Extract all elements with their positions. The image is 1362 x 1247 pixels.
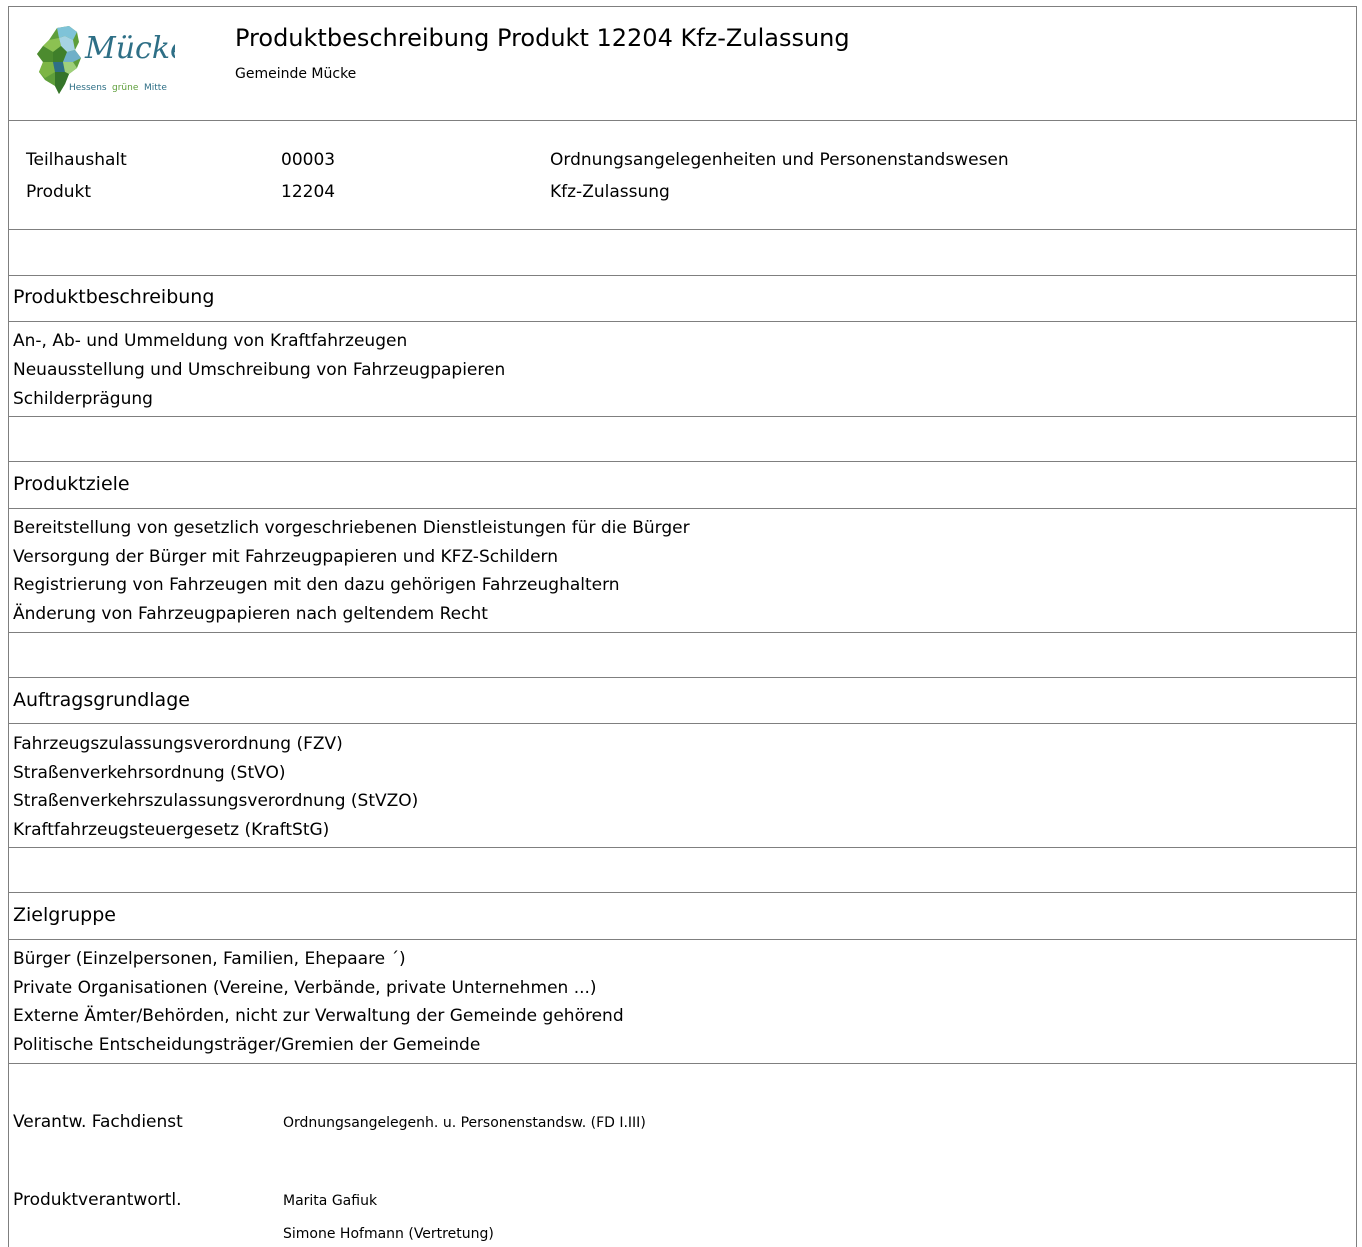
svg-text:Mitte: Mitte [144,83,167,93]
section-line: Externe Ämter/Behörden, nicht zur Verwal… [13,1006,624,1026]
section-line: Private Organisationen (Vereine, Verbänd… [13,978,597,998]
divider [8,461,1356,462]
section-line: Kraftfahrzeugsteuergesetz (KraftStG) [13,820,330,840]
svg-text:grüne: grüne [112,83,139,93]
info-code-teilhaushalt: 00003 [281,150,336,170]
section-heading-produktbeschreibung: Produktbeschreibung [13,286,215,308]
section-line: Bereitstellung von gesetzlich vorgeschri… [13,518,690,538]
divider [8,321,1356,322]
produktverantwortlich-name: Marita Gafiuk [283,1193,378,1209]
info-name-produkt: Kfz-Zulassung [550,182,670,202]
section-line: Versorgung der Bürger mit Fahrzeugpapier… [13,547,559,567]
section-line: Schilderprägung [13,389,153,409]
produktverantwortlich-deputy: Simone Hofmann (Vertretung) [283,1226,494,1242]
divider [8,508,1356,509]
fachdienst-value: Ordnungsangelegenh. u. Personenstandsw. … [283,1115,646,1131]
section-line: Bürger (Einzelpersonen, Familien, Ehepaa… [13,949,406,969]
page-title: Produktbeschreibung Produkt 12204 Kfz-Zu… [235,24,850,52]
section-heading-produktziele: Produktziele [13,473,130,495]
divider [8,939,1356,940]
svg-text:Hessens: Hessens [69,83,107,93]
section-heading-zielgruppe: Zielgruppe [13,904,116,926]
divider [8,892,1356,893]
fachdienst-label: Verantw. Fachdienst [13,1112,183,1132]
section-line: Registrierung von Fahrzeugen mit den daz… [13,575,620,595]
section-line: Fahrzeugszulassungsverordnung (FZV) [13,734,343,754]
svg-text:Mücke: Mücke [84,31,175,66]
divider [8,275,1356,276]
section-line: Politische Entscheidungsträger/Gremien d… [13,1035,481,1055]
divider [8,847,1356,848]
section-line: An-, Ab- und Ummeldung von Kraftfahrzeug… [13,331,408,351]
info-label-teilhaushalt: Teilhaushalt [26,150,127,170]
section-line: Straßenverkehrszulassungsverordnung (StV… [13,791,419,811]
section-line: Änderung von Fahrzeugpapieren nach gelte… [13,604,488,624]
divider [8,1063,1356,1064]
municipality-logo: Mücke Hessens grüne Mitte [35,22,188,102]
section-line: Neuausstellung und Umschreibung von Fahr… [13,360,506,380]
leaf-map-icon: Mücke Hessens grüne Mitte [37,26,188,94]
divider [8,229,1356,230]
divider [8,723,1356,724]
section-heading-auftragsgrundlage: Auftragsgrundlage [13,689,190,711]
info-label-produkt: Produkt [26,182,92,202]
document-sheet [8,6,1357,1247]
page-subtitle: Gemeinde Mücke [235,66,357,82]
divider [8,677,1356,678]
produktverantwortlich-label: Produktverantwortl. [13,1190,182,1210]
divider [8,120,1356,121]
section-line: Straßenverkehrsordnung (StVO) [13,763,286,783]
info-name-teilhaushalt: Ordnungsangelegenheiten und Personenstan… [550,150,1009,170]
info-code-produkt: 12204 [281,182,336,202]
divider [8,632,1356,633]
divider [8,416,1356,417]
